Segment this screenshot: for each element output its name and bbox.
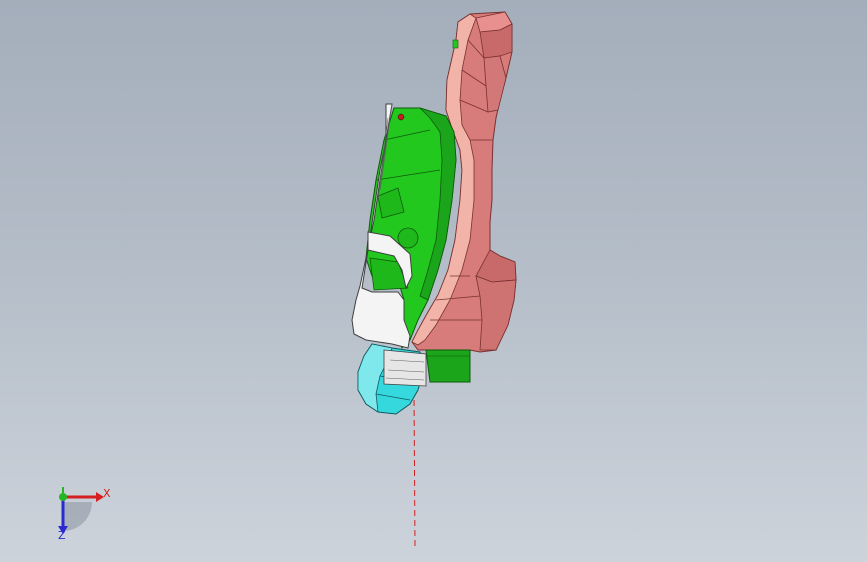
base-block-part[interactable] xyxy=(425,349,471,383)
graphics-viewport[interactable]: X Z xyxy=(0,0,867,562)
y-axis-dot xyxy=(59,493,67,501)
triad-graphic xyxy=(58,487,104,534)
x-axis-label: X xyxy=(103,487,111,500)
nozzle-part[interactable] xyxy=(357,343,427,415)
axis-triad: X Z xyxy=(44,482,124,552)
cad-model[interactable] xyxy=(0,0,867,562)
z-axis-label: Z xyxy=(58,529,66,542)
centerline-axis xyxy=(413,389,416,549)
